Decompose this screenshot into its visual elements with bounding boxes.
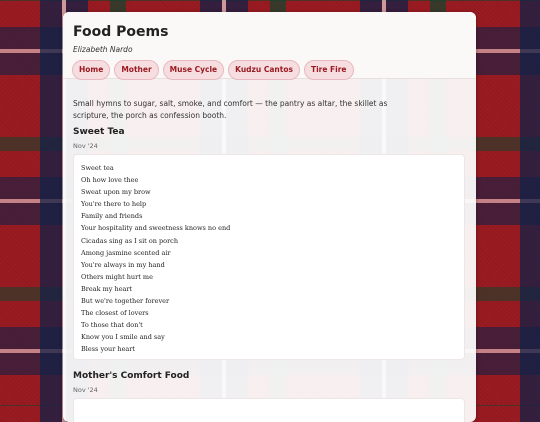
nav-home[interactable]: Home — [72, 60, 111, 80]
poem-line: Bless your heart — [81, 345, 136, 354]
poem-date: Nov '24 — [73, 142, 98, 150]
poem-line: Others might hurt me — [81, 272, 153, 281]
poem-line: Oh how love thee — [81, 176, 139, 185]
site-author: Elizabeth Nardo — [73, 45, 133, 54]
nav-tire-fire[interactable]: Tire Fire — [303, 60, 354, 80]
poem-title: Mother's Comfort Food — [73, 371, 190, 381]
poem-line: Break my heart — [81, 284, 133, 293]
poem-line: Cicadas sing as I sit on porch — [81, 236, 179, 245]
site-title: Food Poems — [73, 24, 169, 40]
main-panel: Food Poems Elizabeth Nardo Home Mother M… — [63, 12, 476, 422]
poem-line: Sweat upon my brow — [81, 188, 151, 197]
intro-text: Small hymns to sugar, salt, smoke, and c… — [73, 99, 388, 120]
poem-title: Sweet Tea — [73, 127, 125, 137]
poem-line: The closest of lovers — [81, 309, 149, 318]
poem-line: Among jasmine scented air — [81, 248, 171, 257]
poem-line: But we're together forever — [81, 297, 170, 306]
poem-line: Family and friends — [81, 212, 143, 221]
nav-muse-cycle[interactable]: Muse Cycle — [162, 60, 225, 80]
poem-line: Know you I smile and say — [81, 333, 165, 342]
poem-body: Sweet tea Oh how love thee Sweat upon my b… — [74, 155, 464, 356]
site-header: Food Poems Elizabeth Nardo Home Mother M… — [63, 12, 476, 80]
poem-line: You're always in my hand — [81, 260, 165, 269]
poem-line: Your hospitality and sweetness knows no … — [81, 224, 231, 233]
nav-mother[interactable]: Mother — [114, 60, 159, 80]
poem-line: You're there to help — [81, 200, 147, 209]
poem-line: To those that don't — [81, 321, 143, 330]
poem-card — [73, 398, 465, 422]
nav-bar: Home Mother Muse Cycle Kudzu Cantos Tire… — [72, 60, 354, 80]
poem-card: Sweet tea Oh how love thee Sweat upon my b… — [73, 154, 465, 360]
nav-kudzu-cantos[interactable]: Kudzu Cantos — [228, 60, 300, 80]
poem-line: Sweet tea — [81, 164, 114, 172]
poem-date: Nov '24 — [73, 386, 98, 394]
